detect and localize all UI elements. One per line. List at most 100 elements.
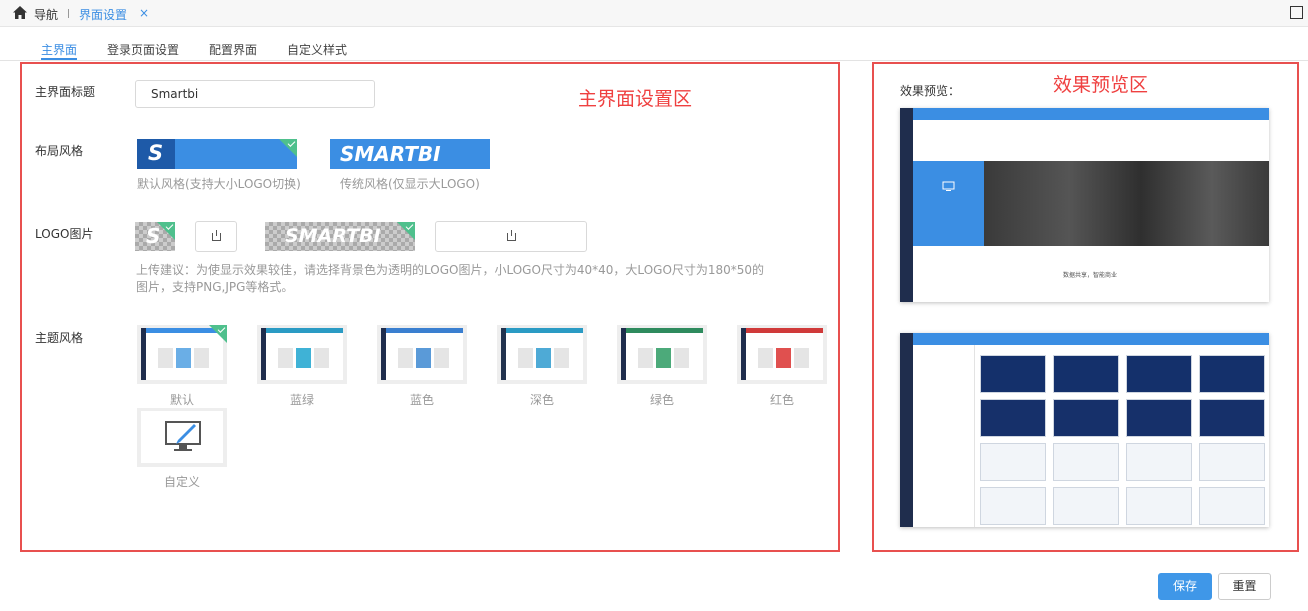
sub-tab-bar: 主界面 登录页面设置 配置界面 自定义样式 (0, 40, 1308, 61)
preview-dashboard-gallery (900, 333, 1269, 527)
selected-check-icon (397, 222, 415, 240)
layout-default-option[interactable]: S (137, 139, 297, 169)
logo-label: LOGO图片 (35, 227, 94, 241)
home-icon[interactable] (12, 5, 28, 20)
theme-header-bar (741, 328, 823, 333)
theme-preview (381, 328, 463, 380)
theme-sidebar (141, 328, 146, 380)
active-tab-indicator (41, 58, 77, 60)
theme-option[interactable] (497, 325, 587, 384)
theme-option[interactable] (737, 325, 827, 384)
preview-label: 效果预览： (900, 84, 961, 98)
theme-block (794, 348, 809, 368)
theme-option[interactable] (617, 325, 707, 384)
theme-block-accent (296, 348, 311, 368)
theme-preview (261, 328, 343, 380)
theme-block (434, 348, 449, 368)
theme-preview (501, 328, 583, 380)
theme-option[interactable] (377, 325, 467, 384)
large-logo-text: SMARTBI (340, 142, 441, 166)
gallery-thumbnail (1199, 487, 1265, 525)
gallery-thumbnail (1053, 443, 1119, 481)
theme-block-accent (656, 348, 671, 368)
selected-check-icon (279, 139, 297, 157)
theme-sidebar (741, 328, 746, 380)
theme-header-bar (261, 328, 343, 333)
preview-header (900, 108, 1269, 120)
gallery-thumbnail (1126, 355, 1192, 393)
preview-tiles-dark (984, 161, 1269, 246)
gallery-thumbnail (1199, 399, 1265, 437)
selected-check-icon (157, 222, 175, 240)
theme-label: 蓝色 (409, 393, 434, 407)
theme-sidebar (381, 328, 386, 380)
gallery-thumbnail (1053, 487, 1119, 525)
large-logo-preview[interactable]: SMARTBI (265, 222, 415, 251)
theme-label: 主题风格 (35, 331, 84, 345)
gallery-thumbnail (1126, 487, 1192, 525)
layout-classic-option[interactable]: SMARTBI (330, 139, 490, 169)
theme-custom-option[interactable] (137, 408, 227, 467)
gallery-thumbnail (1053, 399, 1119, 437)
save-button[interactable]: 保存 (1158, 573, 1212, 600)
theme-block-accent (536, 348, 551, 368)
theme-block (398, 348, 413, 368)
theme-preview (741, 328, 823, 380)
theme-sidebar (501, 328, 506, 380)
tab-custom-style[interactable]: 自定义样式 (287, 41, 347, 58)
small-logo-preview[interactable]: S (135, 222, 175, 251)
title-label: 主界面标题 (35, 85, 96, 99)
preview-tile-active (913, 161, 984, 246)
small-logo-s: S (148, 141, 164, 165)
selected-check-icon (209, 325, 227, 343)
gallery-thumbnail (1126, 399, 1192, 437)
maximize-icon[interactable] (1290, 6, 1303, 19)
theme-option[interactable] (137, 325, 227, 384)
reset-button[interactable]: 重置 (1218, 573, 1271, 600)
gallery-thumbnail (980, 487, 1046, 525)
theme-block (674, 348, 689, 368)
theme-block (314, 348, 329, 368)
tab-interface-settings[interactable]: 界面设置 (79, 6, 127, 23)
theme-custom-label: 自定义 (163, 475, 200, 489)
top-bar: 导航 界面设置 × (0, 0, 1308, 27)
preview-sidebar (900, 333, 913, 527)
tab-config-interface[interactable]: 配置界面 (209, 41, 257, 58)
tab-main-interface[interactable]: 主界面 (41, 41, 77, 58)
gallery-thumbnail (980, 355, 1046, 393)
theme-custom-preview (141, 411, 223, 463)
preview-region-title: 效果预览区 (1053, 74, 1149, 96)
preview-main-portal: 数据共享，智能商业 (900, 108, 1269, 302)
layout-label: 布局风格 (35, 144, 84, 158)
theme-label: 深色 (529, 393, 554, 407)
preview-sidebar (900, 108, 913, 302)
theme-block-accent (776, 348, 791, 368)
theme-label: 绿色 (649, 393, 674, 407)
gallery-thumbnail (1053, 355, 1119, 393)
layout-default-caption: 默认风格(支持大小LOGO切换) (137, 177, 301, 191)
theme-option[interactable] (257, 325, 347, 384)
upload-small-logo-button[interactable] (195, 221, 237, 252)
nav-label[interactable]: 导航 (34, 6, 58, 23)
theme-block (518, 348, 533, 368)
main-settings-region-title: 主界面设置区 (578, 88, 693, 110)
theme-block-accent (176, 348, 191, 368)
theme-block-accent (416, 348, 431, 368)
tab-login-page[interactable]: 登录页面设置 (107, 41, 179, 58)
theme-preview (621, 328, 703, 380)
upload-large-logo-button[interactable] (435, 221, 587, 252)
theme-sidebar (261, 328, 266, 380)
theme-block (194, 348, 209, 368)
theme-header-bar (381, 328, 463, 333)
theme-label: 默认 (169, 393, 194, 407)
theme-label: 红色 (769, 393, 794, 407)
theme-header-bar (501, 328, 583, 333)
separator (68, 9, 69, 18)
theme-block (278, 348, 293, 368)
theme-block (758, 348, 773, 368)
tab-close-icon[interactable]: × (139, 6, 149, 20)
upload-icon (212, 229, 221, 241)
gallery-thumbnail (1126, 443, 1192, 481)
upload-icon (507, 229, 516, 241)
title-input[interactable]: Smartbi (135, 80, 375, 108)
